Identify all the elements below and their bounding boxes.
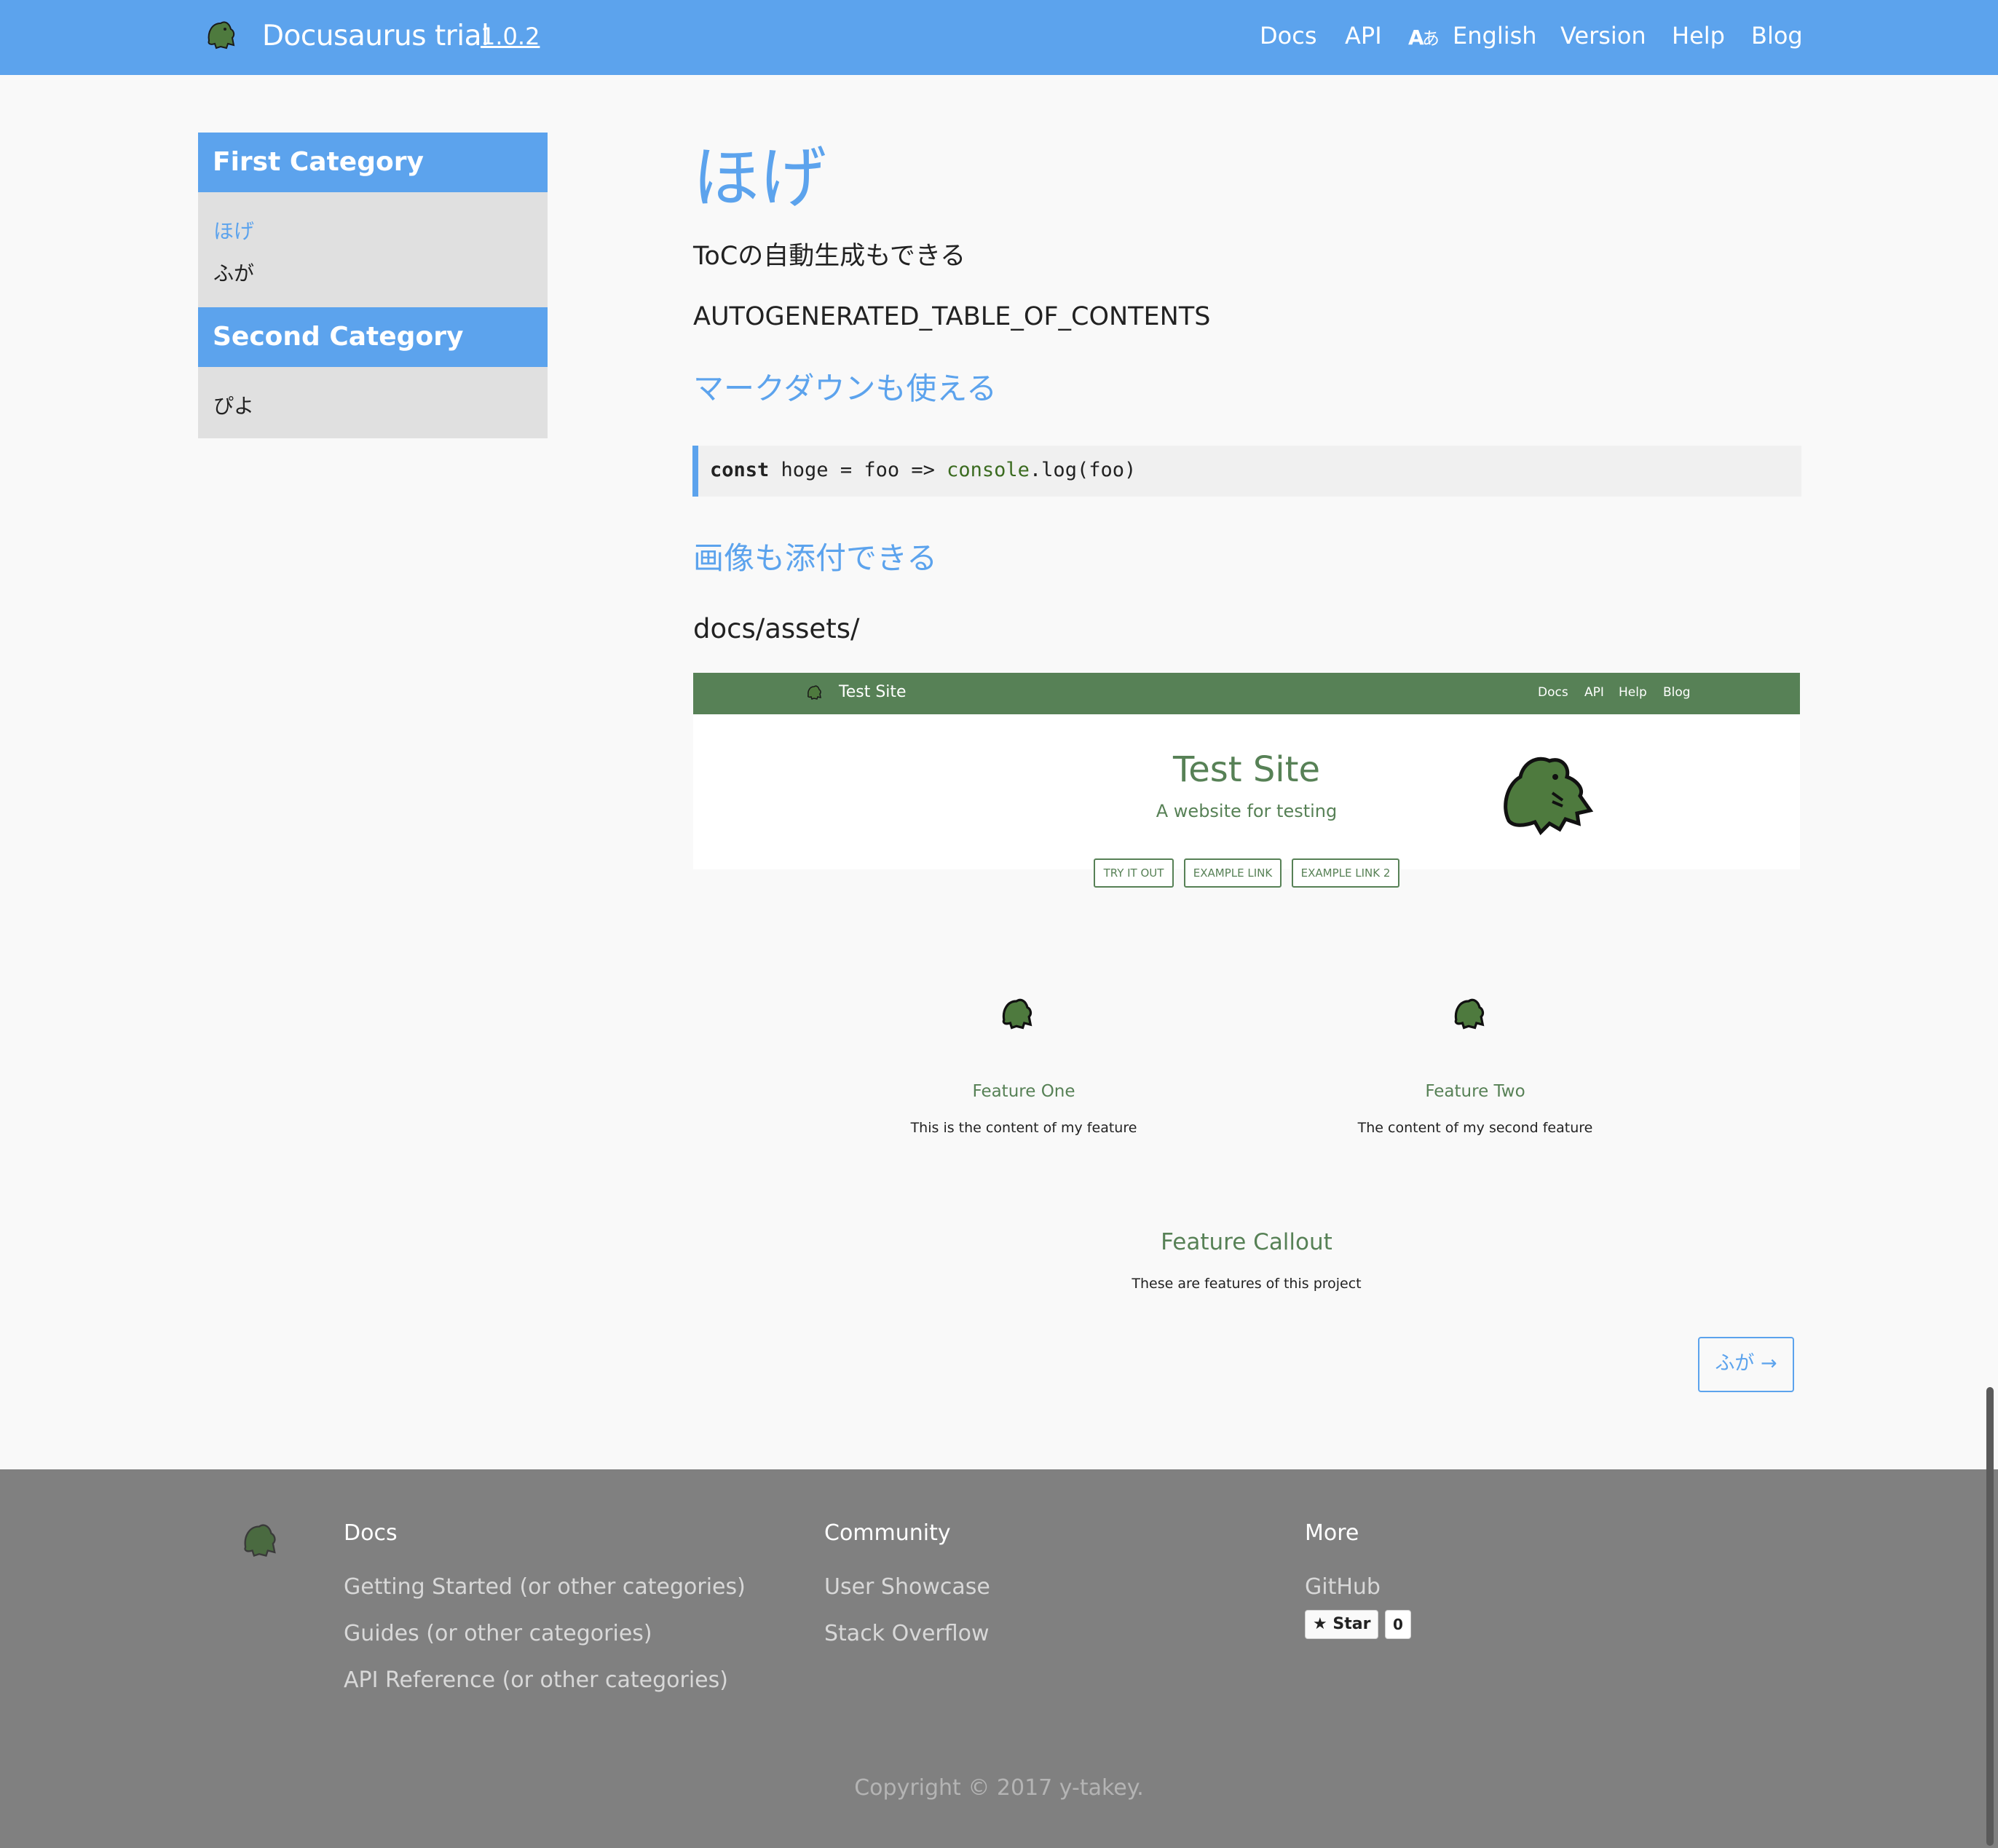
toc-note: ToCの自動生成もできる <box>693 242 966 271</box>
heading-markdown[interactable]: マークダウンも使える <box>693 364 997 408</box>
feature-one-title: Feature One <box>972 1082 1075 1101</box>
nav-version[interactable]: Version <box>1560 22 1646 50</box>
star-label: Star <box>1332 1615 1371 1633</box>
footer-link-api-reference[interactable]: API Reference (or other categories) <box>344 1667 728 1693</box>
code-text: hoge = foo => <box>769 459 947 481</box>
sidebar-category-second: Second Category <box>198 307 548 367</box>
nav-help[interactable]: Help <box>1672 22 1725 50</box>
dinosaur-icon <box>995 990 1038 1034</box>
github-star-button[interactable]: ★ Star <box>1305 1610 1378 1639</box>
footer-link-getting-started[interactable]: Getting Started (or other categories) <box>344 1574 746 1600</box>
code-builtin: console <box>947 459 1030 481</box>
page-scrollbar[interactable] <box>1986 1387 1994 1846</box>
docs-sidebar: First Category ほげ ふが Second Category ぴよ <box>198 133 548 438</box>
heading-image[interactable]: 画像も添付できる <box>693 534 937 578</box>
screenshot-hero <box>693 714 1800 869</box>
feature-one-text: This is the content of my feature <box>910 1120 1137 1136</box>
footer-community-heading: Community <box>824 1520 951 1546</box>
screenshot-nav-help: Help <box>1619 685 1647 700</box>
star-icon: ★ <box>1313 1615 1327 1633</box>
screenshot-try-button: TRY IT OUT <box>1094 858 1174 888</box>
footer-link-user-showcase[interactable]: User Showcase <box>824 1574 990 1600</box>
footer-link-github[interactable]: GitHub <box>1305 1574 1381 1600</box>
dinosaur-logo-icon[interactable] <box>200 13 241 54</box>
site-title[interactable]: Docusaurus trial <box>262 20 489 52</box>
nav-language[interactable]: English <box>1453 22 1537 50</box>
sidebar-item-fuga[interactable]: ふが <box>213 258 254 287</box>
svg-text:あ: あ <box>1422 28 1440 49</box>
version-link[interactable]: 1.0.2 <box>481 23 540 50</box>
code-block: const hoge = foo => console.log(foo) <box>692 446 1801 497</box>
screenshot-hero-tagline: A website for testing <box>1156 801 1338 821</box>
dinosaur-mascot-icon <box>1494 748 1596 836</box>
footer-docs-heading: Docs <box>344 1520 398 1546</box>
sidebar-category-first: First Category <box>198 133 548 192</box>
screenshot-navbar: Test Site Docs API Help Blog <box>693 673 1800 714</box>
code-call: .log(foo) <box>1029 459 1137 481</box>
nav-blog[interactable]: Blog <box>1751 22 1803 50</box>
footer-more-heading: More <box>1305 1520 1359 1546</box>
page-title: ほげ <box>692 139 827 217</box>
footer-link-stack-overflow[interactable]: Stack Overflow <box>824 1621 990 1646</box>
nav-docs[interactable]: Docs <box>1260 22 1316 50</box>
dinosaur-logo-icon <box>804 682 824 702</box>
feature-callout-title: Feature Callout <box>1161 1229 1332 1255</box>
nav-api[interactable]: API <box>1345 22 1382 50</box>
toc-placeholder: AUTOGENERATED_TABLE_OF_CONTENTS <box>693 302 1211 331</box>
screenshot-hero-title: Test Site <box>1173 749 1320 790</box>
next-page-button[interactable]: ふが → <box>1698 1337 1794 1392</box>
screenshot-site-title: Test Site <box>839 683 907 701</box>
footer-logo-icon[interactable] <box>233 1515 285 1563</box>
feature-callout-text: These are features of this project <box>1132 1276 1362 1292</box>
sidebar-item-piyo[interactable]: ぴよ <box>213 390 254 419</box>
screenshot-example-link-2-button: EXAMPLE LINK 2 <box>1292 858 1399 888</box>
dinosaur-icon <box>1447 990 1490 1034</box>
sidebar-item-hoge[interactable]: ほげ <box>213 216 254 245</box>
copyright-text: Copyright © 2017 y-takey. <box>854 1775 1144 1801</box>
github-star-count[interactable]: 0 <box>1385 1610 1411 1639</box>
screenshot-nav-api: API <box>1584 685 1604 700</box>
code-keyword: const <box>710 459 770 481</box>
feature-two-text: The content of my second feature <box>1357 1120 1593 1136</box>
feature-two-title: Feature Two <box>1425 1082 1525 1101</box>
top-navbar: Docusaurus trial 1.0.2 Docs API A あ Engl… <box>0 0 1998 75</box>
screenshot-nav-docs: Docs <box>1538 685 1568 700</box>
screenshot-nav-blog: Blog <box>1663 685 1691 700</box>
image-path: docs/assets/ <box>693 613 860 644</box>
translate-icon[interactable]: A あ <box>1408 23 1440 50</box>
screenshot-example-link-button: EXAMPLE LINK <box>1184 858 1282 888</box>
footer-link-guides[interactable]: Guides (or other categories) <box>344 1621 652 1646</box>
